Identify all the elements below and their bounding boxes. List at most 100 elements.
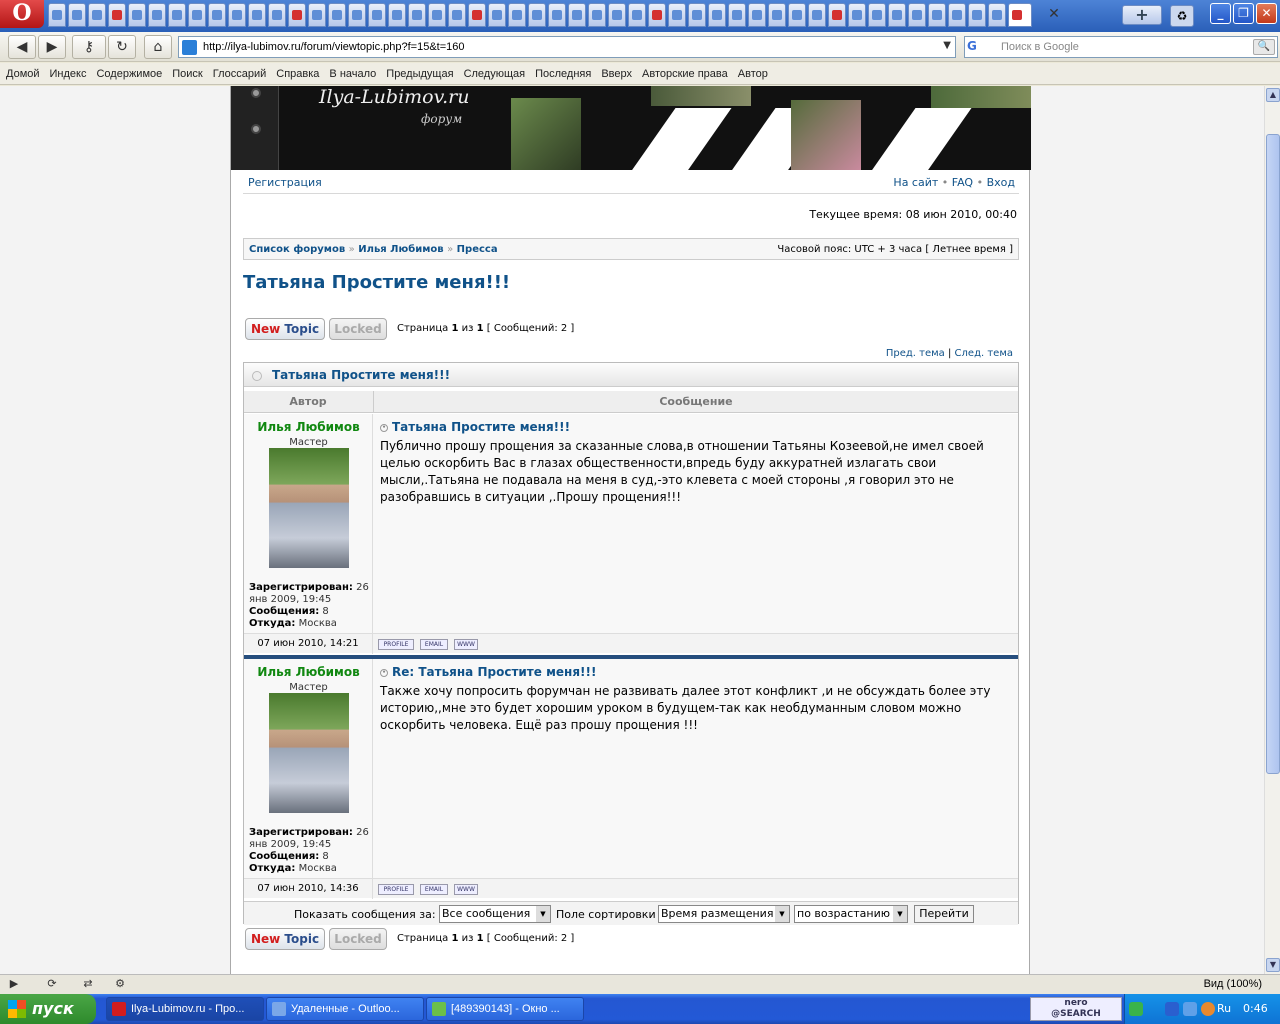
site-logo[interactable]: Ilya-Lubimov.ru <box>319 86 469 108</box>
clock[interactable]: 0:46 <box>1243 1002 1268 1015</box>
browser-tab[interactable] <box>888 3 906 27</box>
volume-icon[interactable] <box>1183 1002 1197 1016</box>
breadcrumb-ilya[interactable]: Илья Любимов <box>358 244 443 255</box>
new-topic-button[interactable]: New Topic <box>245 928 325 950</box>
new-tab-button[interactable]: + <box>1122 5 1162 25</box>
browser-tab[interactable] <box>728 3 746 27</box>
www-button[interactable]: WWW <box>454 639 478 650</box>
trash-icon[interactable]: ♻ <box>1170 5 1194 27</box>
post-title[interactable]: • Re: Татьяна Простите меня!!! <box>380 665 596 679</box>
sync-icon[interactable]: ⟳ <box>44 977 60 991</box>
browser-tab[interactable] <box>308 3 326 27</box>
browser-tab[interactable] <box>648 3 666 27</box>
arrow-icon[interactable] <box>1129 1002 1143 1016</box>
forward-button[interactable]: ▶ <box>38 35 66 59</box>
browser-tab[interactable] <box>608 3 626 27</box>
close-tab-icon[interactable]: ✕ <box>1046 6 1062 22</box>
browser-tab[interactable] <box>828 3 846 27</box>
breadcrumb-press[interactable]: Пресса <box>457 244 498 255</box>
vertical-scrollbar[interactable]: ▲ ▼ <box>1264 86 1280 974</box>
browser-tab[interactable] <box>868 3 886 27</box>
window-close-button[interactable]: ✕ <box>1256 3 1277 24</box>
link-previous[interactable]: Предыдущая <box>386 68 453 80</box>
search-input[interactable]: Поиск в Google <box>1001 41 1079 53</box>
google-icon[interactable]: G <box>967 39 997 55</box>
browser-tab[interactable] <box>108 3 126 27</box>
browser-tab[interactable] <box>188 3 206 27</box>
link-contents[interactable]: Содержимое <box>96 68 162 80</box>
reload-button[interactable]: ↻ <box>108 35 136 59</box>
go-button[interactable]: Перейти <box>914 905 974 923</box>
settings-icon[interactable]: ⚙ <box>112 977 128 991</box>
browser-tab[interactable] <box>928 3 946 27</box>
link-index[interactable]: Индекс <box>50 68 87 80</box>
browser-tab[interactable] <box>528 3 546 27</box>
register-link[interactable]: Регистрация <box>248 176 322 189</box>
maximize-button[interactable]: ❐ <box>1233 3 1254 24</box>
browser-tab[interactable] <box>168 3 186 27</box>
new-topic-button[interactable]: New Topic <box>245 318 325 340</box>
nero-search[interactable]: nero @SEARCH <box>1030 997 1122 1021</box>
app-tray-icon[interactable] <box>1201 1002 1215 1016</box>
browser-tab[interactable] <box>908 3 926 27</box>
browser-tab[interactable] <box>288 3 306 27</box>
author-name[interactable]: Илья Любимов <box>244 665 373 679</box>
link-next[interactable]: Следующая <box>464 68 526 80</box>
browser-tab[interactable] <box>468 3 486 27</box>
link-search[interactable]: Поиск <box>172 68 202 80</box>
link-author[interactable]: Автор <box>738 68 768 80</box>
browser-tab[interactable] <box>588 3 606 27</box>
browser-tab[interactable] <box>788 3 806 27</box>
scrollbar-thumb[interactable] <box>1266 134 1280 774</box>
browser-tab[interactable] <box>408 3 426 27</box>
opera-menu-button[interactable]: O <box>0 0 44 28</box>
scroll-up-icon[interactable]: ▲ <box>1266 88 1280 102</box>
login-link[interactable]: Вход <box>987 176 1015 189</box>
link-first[interactable]: В начало <box>329 68 376 80</box>
browser-tab[interactable] <box>568 3 586 27</box>
key-icon[interactable]: ⚷ <box>72 35 106 59</box>
sort-field-select[interactable]: Время размещения ▼ <box>658 905 790 923</box>
home-button[interactable]: ⌂ <box>144 35 172 59</box>
network-icon[interactable] <box>1165 1002 1179 1016</box>
link-last[interactable]: Последняя <box>535 68 591 80</box>
prev-topic-link[interactable]: Пред. тема <box>886 348 945 359</box>
browser-tab[interactable] <box>128 3 146 27</box>
breadcrumb-forums[interactable]: Список форумов <box>249 244 345 255</box>
topic-header-title[interactable]: Татьяна Простите меня!!! <box>272 368 450 382</box>
link-help[interactable]: Справка <box>276 68 319 80</box>
browser-tab[interactable] <box>348 3 366 27</box>
profile-button[interactable]: PROFILE <box>378 639 414 650</box>
taskbar-item-chat[interactable]: [489390143] - Окно ... <box>426 997 584 1021</box>
browser-tab[interactable] <box>1008 3 1032 27</box>
browser-tab[interactable] <box>488 3 506 27</box>
browser-tab[interactable] <box>688 3 706 27</box>
link-up[interactable]: Вверх <box>601 68 632 80</box>
browser-tab[interactable] <box>148 3 166 27</box>
browser-tab[interactable] <box>208 3 226 27</box>
browser-tab[interactable] <box>768 3 786 27</box>
link-copyright[interactable]: Авторские права <box>642 68 728 80</box>
browser-tab[interactable] <box>748 3 766 27</box>
taskbar-item-opera[interactable]: Ilya-Lubimov.ru - Про... <box>106 997 264 1021</box>
post-title[interactable]: • Татьяна Простите меня!!! <box>380 420 570 434</box>
zoom-level[interactable]: Вид (100%) <box>1204 978 1262 990</box>
back-button[interactable]: ◀ <box>8 35 36 59</box>
browser-tab[interactable] <box>328 3 346 27</box>
share-icon[interactable]: ⇄ <box>80 977 96 991</box>
faq-link[interactable]: FAQ <box>952 176 973 189</box>
browser-tab[interactable] <box>428 3 446 27</box>
chevron-down-icon[interactable]: ▼ <box>943 40 951 51</box>
next-topic-link[interactable]: След. тема <box>955 348 1013 359</box>
browser-tab[interactable] <box>68 3 86 27</box>
browser-tab[interactable] <box>448 3 466 27</box>
browser-tab[interactable] <box>388 3 406 27</box>
browser-tab[interactable] <box>628 3 646 27</box>
author-name[interactable]: Илья Любимов <box>244 420 373 434</box>
browser-tab[interactable] <box>508 3 526 27</box>
profile-button[interactable]: PROFILE <box>378 884 414 895</box>
browser-tab[interactable] <box>668 3 686 27</box>
browser-tab[interactable] <box>848 3 866 27</box>
browser-tab[interactable] <box>808 3 826 27</box>
page-title[interactable]: Татьяна Простите меня!!! <box>243 272 510 293</box>
